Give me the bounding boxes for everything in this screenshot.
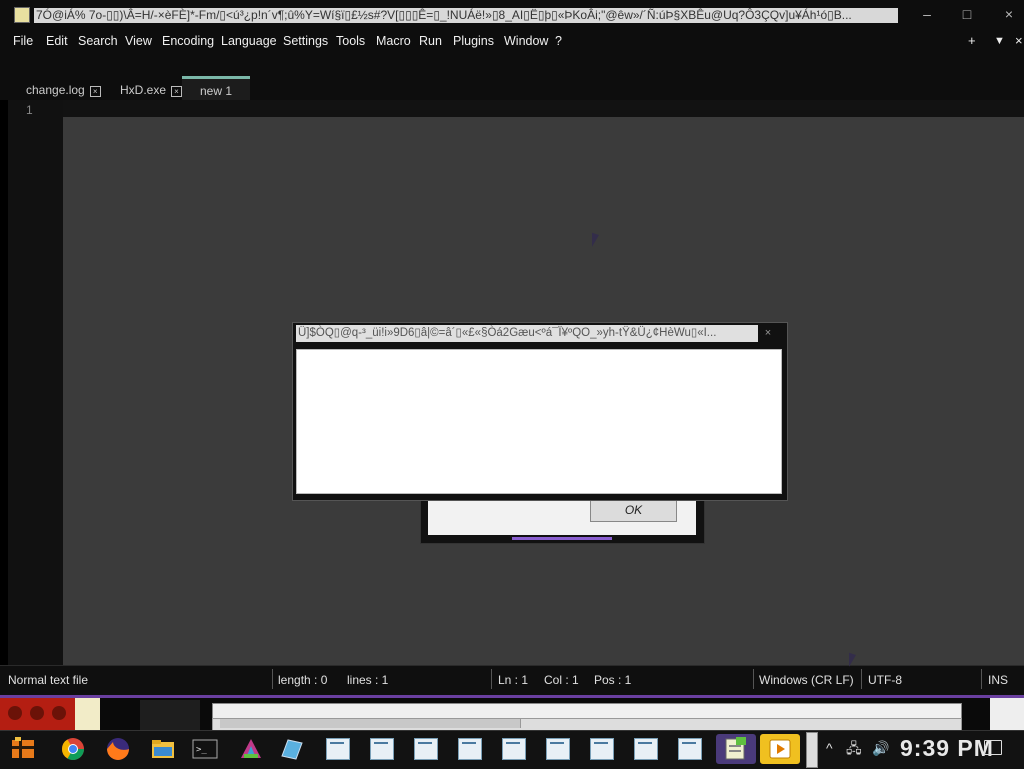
tab-label: HxD.exe: [120, 83, 167, 97]
ok-button[interactable]: OK: [590, 498, 677, 522]
menu-edit[interactable]: Edit: [46, 31, 68, 51]
status-insert-mode[interactable]: INS: [988, 672, 1008, 688]
menu-tools[interactable]: Tools: [336, 31, 365, 51]
minimize-button[interactable]: –: [916, 4, 938, 24]
notepad-icon: [725, 737, 746, 760]
menu-file[interactable]: File: [13, 31, 33, 51]
line-number: 1: [26, 103, 33, 117]
status-divider: [753, 669, 754, 689]
close-icon[interactable]: ×: [89, 86, 101, 97]
network-icon[interactable]: 🖧: [846, 741, 862, 755]
window-icon[interactable]: [370, 738, 394, 760]
paint-icon: [241, 739, 261, 758]
status-file-type: Normal text file: [8, 673, 89, 687]
menu-settings[interactable]: Settings: [283, 31, 328, 51]
dialog-body: [296, 349, 782, 494]
status-divider: [861, 669, 862, 689]
window-icon[interactable]: [458, 738, 482, 760]
window-icon[interactable]: [502, 738, 526, 760]
window-icon[interactable]: [590, 738, 614, 760]
file-explorer-taskbar-button[interactable]: [148, 734, 178, 764]
tab-change-log[interactable]: change.log ×: [26, 78, 101, 100]
wallpaper-image: [140, 700, 200, 730]
status-col: Col : 1: [544, 673, 579, 687]
start-button[interactable]: [8, 734, 38, 764]
tab-list-button[interactable]: ▼: [994, 31, 1005, 51]
window-icon[interactable]: [414, 738, 438, 760]
scrollbar-thumb[interactable]: [220, 719, 521, 728]
background-window: [212, 703, 962, 719]
menu-macro[interactable]: Macro: [376, 31, 411, 51]
chrome-icon: [62, 738, 84, 760]
gem-icon: [281, 739, 303, 760]
menu-view[interactable]: View: [125, 31, 152, 51]
tray-overflow-button[interactable]: ^: [826, 741, 833, 755]
gem-taskbar-button[interactable]: [276, 734, 306, 764]
firefox-icon: [107, 738, 129, 760]
wallpaper-image: [75, 698, 100, 730]
svg-text:>_: >_: [196, 745, 207, 755]
editor-current-line[interactable]: [63, 100, 1024, 117]
close-button[interactable]: ×: [998, 4, 1020, 24]
status-divider: [981, 669, 982, 689]
dialog-close-button[interactable]: ×: [758, 325, 778, 342]
tab-hxd-exe[interactable]: HxD.exe ×: [120, 78, 183, 100]
media-player-icon: [769, 739, 791, 759]
media-player-taskbar-button[interactable]: [760, 734, 800, 764]
status-pos: Pos : 1: [594, 673, 632, 687]
status-encoding[interactable]: UTF-8: [868, 672, 902, 688]
window-icon[interactable]: [678, 738, 702, 760]
menu-run[interactable]: Run: [419, 31, 442, 51]
status-divider: [272, 669, 273, 689]
menu-help[interactable]: ?: [555, 31, 562, 51]
status-length: length : 0: [278, 673, 328, 687]
taskbar-scroll[interactable]: [806, 732, 818, 768]
window-title: 7Ó@iÁ% 7o-▯▯)\Â=H/-×èFÈ]*-Fm/▯<ú³¿p!n´v¶…: [34, 8, 898, 23]
tab-label: change.log: [26, 83, 85, 97]
chrome-taskbar-button[interactable]: [58, 734, 88, 764]
wallpaper-dot: [30, 706, 44, 720]
window-icon[interactable]: [634, 738, 658, 760]
status-lines: lines : 1: [347, 673, 389, 687]
tab-label: new 1: [200, 84, 233, 98]
new-tab-button[interactable]: +: [968, 31, 976, 51]
notification-icon[interactable]: [984, 740, 1002, 755]
window-icon[interactable]: [326, 738, 350, 760]
menu-encoding[interactable]: Encoding: [162, 31, 214, 51]
menu-window[interactable]: Window: [504, 31, 548, 51]
file-explorer-icon: [152, 740, 174, 758]
close-icon[interactable]: ×: [171, 86, 183, 97]
close-tab-button[interactable]: ×: [1015, 31, 1023, 51]
taskbar-clock[interactable]: 9:39 PM: [900, 735, 994, 761]
terminal-taskbar-button[interactable]: >_: [190, 734, 220, 764]
menu-language[interactable]: Language: [221, 31, 277, 51]
window-icon[interactable]: [546, 738, 570, 760]
paint-taskbar-button[interactable]: [236, 734, 266, 764]
maximize-button[interactable]: □: [956, 4, 978, 24]
menu-search[interactable]: Search: [78, 31, 118, 51]
dialog-accent-line: [512, 537, 612, 540]
line-number-gutter: [8, 100, 63, 665]
firefox-taskbar-button[interactable]: [103, 734, 133, 764]
notepad-app-icon[interactable]: [14, 7, 30, 23]
wallpaper-image: [0, 698, 75, 730]
status-divider: [491, 669, 492, 689]
background-window: [990, 698, 1024, 730]
dialog-title: Ü]$ÒQ▯@q-³_üi!i»9D6▯â|©=â´▯«£«§Òá2Gæu<ºá…: [296, 325, 758, 342]
volume-icon[interactable]: 🔊: [872, 741, 889, 755]
notepad-taskbar-button[interactable]: [716, 734, 756, 764]
wallpaper-dot: [52, 706, 66, 720]
start-icon: [12, 737, 34, 758]
menu-plugins[interactable]: Plugins: [453, 31, 494, 51]
wallpaper-dot: [8, 706, 22, 720]
status-eol[interactable]: Windows (CR LF): [759, 672, 854, 688]
status-ln: Ln : 1: [498, 673, 529, 687]
terminal-icon: >_: [192, 739, 218, 759]
tab-new-1[interactable]: new 1×: [182, 76, 250, 122]
